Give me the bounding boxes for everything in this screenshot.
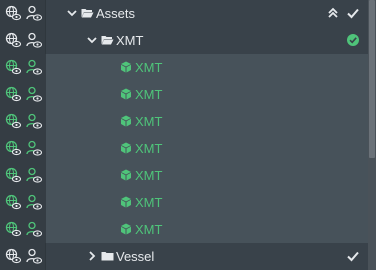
tree-node-label: XMT [135, 87, 163, 102]
tree-row-content: XMT [46, 27, 368, 54]
tree-row-xmt-item[interactable]: XMT [0, 216, 368, 243]
globe-eye-icon[interactable] [5, 59, 21, 75]
row-visibility-controls [0, 81, 46, 108]
row-visibility-controls [0, 108, 46, 135]
globe-eye-icon[interactable] [5, 167, 21, 183]
tree-node-label: XMT [135, 141, 163, 156]
row-visibility-controls [0, 0, 46, 27]
globe-eye-icon[interactable] [5, 5, 21, 21]
tree-row-content: XMT [46, 189, 368, 216]
row-visibility-controls [0, 243, 46, 270]
tree-row-content: XMT [46, 81, 368, 108]
tree-row-content: XMT [46, 135, 368, 162]
chevron-right-icon[interactable] [86, 250, 98, 262]
folder-open-icon [101, 36, 114, 45]
cube-icon [121, 196, 131, 208]
tree-row-content: XMT [46, 162, 368, 189]
person-eye-icon[interactable] [26, 248, 42, 264]
tree-row-xmt-item[interactable]: XMT [0, 81, 368, 108]
tree-row-content: XMT [46, 108, 368, 135]
person-eye-icon[interactable] [26, 221, 42, 237]
person-eye-icon[interactable] [26, 113, 42, 129]
cube-icon [121, 88, 131, 100]
cube-icon [121, 169, 131, 181]
tree-node-label: XMT [135, 168, 163, 183]
tree-row-content: XMT [46, 54, 368, 81]
row-visibility-controls [0, 162, 46, 189]
tree-row-xmt-item[interactable]: XMT [0, 162, 368, 189]
vertical-scrollbar[interactable] [368, 0, 376, 270]
asset-tree-panel: Assets XMT XMT XMT XMT XMT XMT XMT XMT V… [0, 0, 376, 270]
person-eye-icon[interactable] [26, 86, 42, 102]
tree-node-label: XMT [135, 195, 163, 210]
tree-node-label: Assets [96, 6, 136, 21]
tree-node-label: Vessel [116, 249, 155, 264]
globe-eye-icon[interactable] [5, 140, 21, 156]
globe-eye-icon[interactable] [5, 32, 21, 48]
person-eye-icon[interactable] [26, 140, 42, 156]
scrollbar-thumb[interactable] [369, 0, 375, 158]
tree-row-xmt-folder[interactable]: XMT [0, 27, 368, 54]
check-icon [347, 251, 359, 262]
row-visibility-controls [0, 27, 46, 54]
tree-node-label: XMT [135, 114, 163, 129]
tree-row-vessel[interactable]: Vessel [0, 243, 368, 270]
tree-node-label: XMT [135, 60, 163, 75]
tree-row-xmt-item[interactable]: XMT [0, 108, 368, 135]
tree-row-content: Assets [46, 0, 368, 27]
tree-row-content: XMT [46, 216, 368, 243]
check-icon [347, 8, 359, 19]
cube-icon [121, 61, 131, 73]
globe-eye-icon[interactable] [5, 86, 21, 102]
check-circle-icon [347, 34, 359, 46]
tree-row-assets[interactable]: Assets [0, 0, 368, 27]
row-visibility-controls [0, 189, 46, 216]
folder-icon [101, 252, 114, 261]
tree-row-xmt-item[interactable]: XMT [0, 135, 368, 162]
folder-open-icon [81, 9, 94, 18]
globe-eye-icon[interactable] [5, 248, 21, 264]
cube-icon [121, 115, 131, 127]
person-eye-icon[interactable] [26, 32, 42, 48]
row-visibility-controls [0, 216, 46, 243]
tree-row-xmt-item[interactable]: XMT [0, 54, 368, 81]
row-visibility-controls [0, 54, 46, 81]
chevron-down-icon[interactable] [86, 34, 98, 46]
person-eye-icon[interactable] [26, 59, 42, 75]
tree-node-label: XMT [116, 33, 144, 48]
tree-row-content: Vessel [46, 243, 368, 270]
person-eye-icon[interactable] [26, 167, 42, 183]
globe-eye-icon[interactable] [5, 194, 21, 210]
globe-eye-icon[interactable] [5, 113, 21, 129]
person-eye-icon[interactable] [26, 194, 42, 210]
cube-icon [121, 223, 131, 235]
tree-node-label: XMT [135, 222, 163, 237]
chevron-down-icon[interactable] [66, 7, 78, 19]
cube-icon [121, 142, 131, 154]
row-visibility-controls [0, 135, 46, 162]
person-eye-icon[interactable] [26, 5, 42, 21]
globe-eye-icon[interactable] [5, 221, 21, 237]
tree-row-xmt-item[interactable]: XMT [0, 189, 368, 216]
double-chevron-up-icon[interactable] [326, 6, 340, 20]
